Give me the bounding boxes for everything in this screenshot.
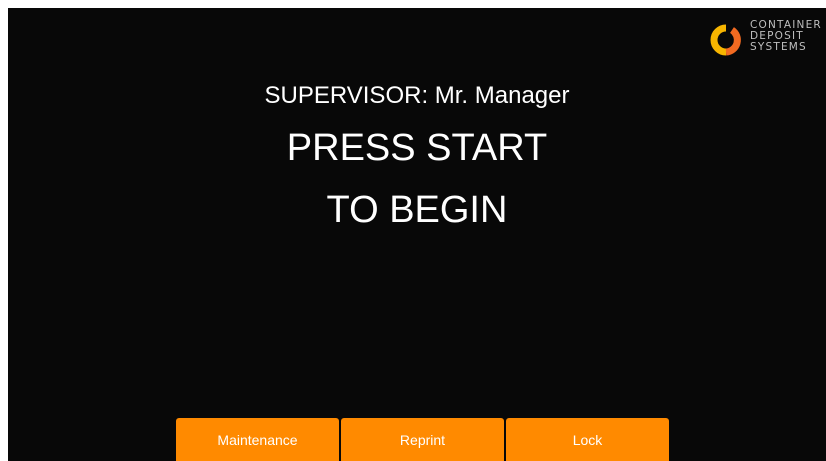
start-prompt-line-2: TO BEGIN <box>326 189 508 231</box>
brand-logo: CONTAINER DEPOSIT SYSTEMS <box>708 20 826 68</box>
supervisor-label: SUPERVISOR: Mr. Manager <box>264 82 570 109</box>
brand-wordmark: CONTAINER DEPOSIT SYSTEMS <box>750 20 822 53</box>
maintenance-button[interactable]: Maintenance <box>176 418 339 461</box>
brand-line-3: SYSTEMS <box>750 41 807 53</box>
kiosk-screen: CONTAINER DEPOSIT SYSTEMS SUPERVISOR: Mr… <box>8 8 826 461</box>
lock-button[interactable]: Lock <box>506 418 669 461</box>
reprint-button[interactable]: Reprint <box>341 418 504 461</box>
start-prompt-line-1: PRESS START <box>286 127 548 169</box>
action-button-bar: Maintenance Reprint Lock <box>176 418 669 461</box>
container-deposit-systems-logo-icon <box>710 24 741 56</box>
